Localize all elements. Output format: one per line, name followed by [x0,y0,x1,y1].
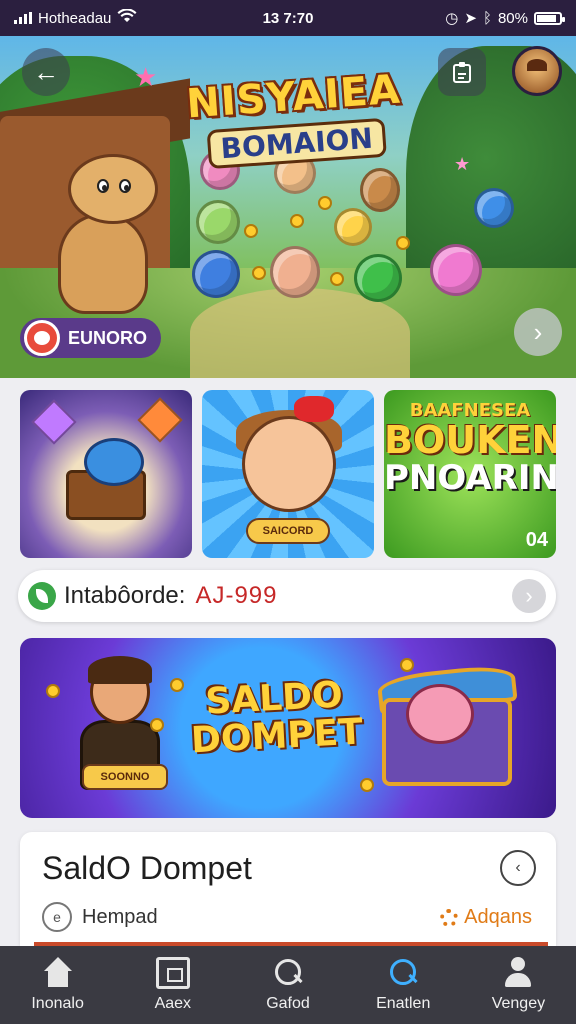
character-orb [192,250,240,298]
dino-character [48,154,158,314]
nav-item-document[interactable]: Aaex [115,946,230,1024]
info-arrow-button[interactable]: › [512,579,546,613]
hero-title: NISYAIEA BOMAION [167,65,423,171]
nav-label: Vengey [491,995,546,1012]
bottom-nav: Inonalo Aaex Gafod Enatlen Vengey [0,946,576,1024]
card-action-link[interactable]: Adqans [440,906,532,929]
character-orb [354,254,402,302]
gear-icon [440,908,459,927]
status-right: ◷ ➤ ᛒ 80% [362,9,565,27]
thumbnail-badge: SAICORD [246,518,330,544]
nav-label: Enatlen [376,995,431,1012]
status-bar: Hotheadau 13 7:70 ◷ ➤ ᛒ 80% [0,0,576,36]
search-icon [271,957,305,989]
nav-label: Inonalo [31,995,84,1012]
battery-icon [534,11,565,25]
star-decoration: ★ [454,154,471,174]
game-thumbnail-2[interactable]: SAICORD [202,390,374,558]
bluetooth-icon: ᛒ [482,9,492,27]
thumbnail-3-line3: PNOARIN! [384,457,556,498]
character-orb [360,168,400,212]
status-left: Hotheadau [14,8,214,27]
promo-title-line2: DOMPET [190,711,364,762]
info-value: AJ-999 [195,582,278,609]
card-title: SaldO Dompet [42,850,252,886]
character-orb [474,188,514,228]
profile-avatar[interactable] [512,46,562,96]
coin-icon [252,266,266,280]
coin-icon [400,658,414,672]
hero-title-line2: BOMAION [206,117,388,170]
character-orb [334,208,372,246]
chevron-right-icon: › [533,316,543,347]
coin-icon [396,236,410,250]
promo-banner[interactable]: SOONNO SALDO DOMPET [20,638,556,818]
info-bar[interactable]: Intabôorde: AJ-999 › [18,570,556,622]
coin-icon [46,684,60,698]
share-button[interactable] [438,48,486,96]
brand-pill[interactable]: EUNORO [20,318,162,358]
carrier-name: Hotheadau [38,9,112,27]
history-icon[interactable]: ‹ [500,850,536,886]
character-orb [430,244,482,296]
character-orb [196,200,240,244]
gem-icon [31,399,77,445]
bow-icon [294,396,334,422]
back-button[interactable]: ← [22,48,70,96]
nav-item-home[interactable]: Inonalo [0,946,115,1024]
character-orb [270,246,320,298]
hero-title-line1: NISYAIEA [184,66,403,128]
kid-character [242,416,336,512]
alarm-icon: ◷ [445,10,459,27]
nav-item-search[interactable]: Gafod [230,946,345,1024]
thumbnail-3-count: 04 [525,529,548,551]
card-meta-label: Hempad [82,906,158,928]
game-thumbnail-1[interactable] [20,390,192,558]
location-icon: ➤ [464,10,477,27]
wifi-icon [117,8,137,27]
promo-badge: SOONNO [82,764,168,790]
share-icon [453,62,471,83]
signal-icon [14,12,32,24]
pig-character [406,684,474,744]
coin-icon [150,718,164,732]
search-active-icon [386,957,420,989]
coin-icon [170,678,184,692]
brand-label: EUNORO [68,327,148,348]
battery-fill [537,14,557,22]
home-icon [41,957,75,989]
nav-item-explore[interactable]: Enatlen [346,946,461,1024]
nav-label: Gafod [266,995,310,1012]
battery-percent: 80% [497,9,528,27]
brand-logo-icon [24,320,60,356]
wallet-card[interactable]: SaldO Dompet ‹ e Hempad Adqans [20,832,556,946]
game-thumbnails: SAICORD BAAFNESEA BOUKEN PNOARIN! 04 [20,390,556,558]
coin-icon [244,224,258,238]
coin-icon [290,214,304,228]
info-label: Intabôorde: [64,582,186,609]
next-button[interactable]: › [514,308,562,356]
coin-icon [360,778,374,792]
star-decoration: ★ [134,62,158,92]
thumbnail-3-line2: BOUKEN [384,418,556,462]
leaf-icon [28,582,56,610]
gem-icon [137,397,183,443]
chevron-right-icon: › [525,583,533,608]
back-arrow-icon: ← [33,56,59,87]
user-icon [501,957,535,989]
game-thumbnail-3[interactable]: BAAFNESEA BOUKEN PNOARIN! 04 [384,390,556,558]
nav-label: Aaex [154,995,192,1012]
fish-character [84,438,144,486]
document-icon [155,957,190,989]
promo-title: SALDO DOMPET [188,674,364,762]
coin-icon [318,196,332,210]
card-action-label: Adqans [464,906,532,928]
status-time: 13 7:70 [262,9,314,27]
info-circle-icon: e [42,902,72,932]
coin-icon [330,272,344,286]
thumbnail-3-title: BAAFNESEA BOUKEN PNOARIN! [384,400,556,497]
nav-item-profile[interactable]: Vengey [461,946,576,1024]
